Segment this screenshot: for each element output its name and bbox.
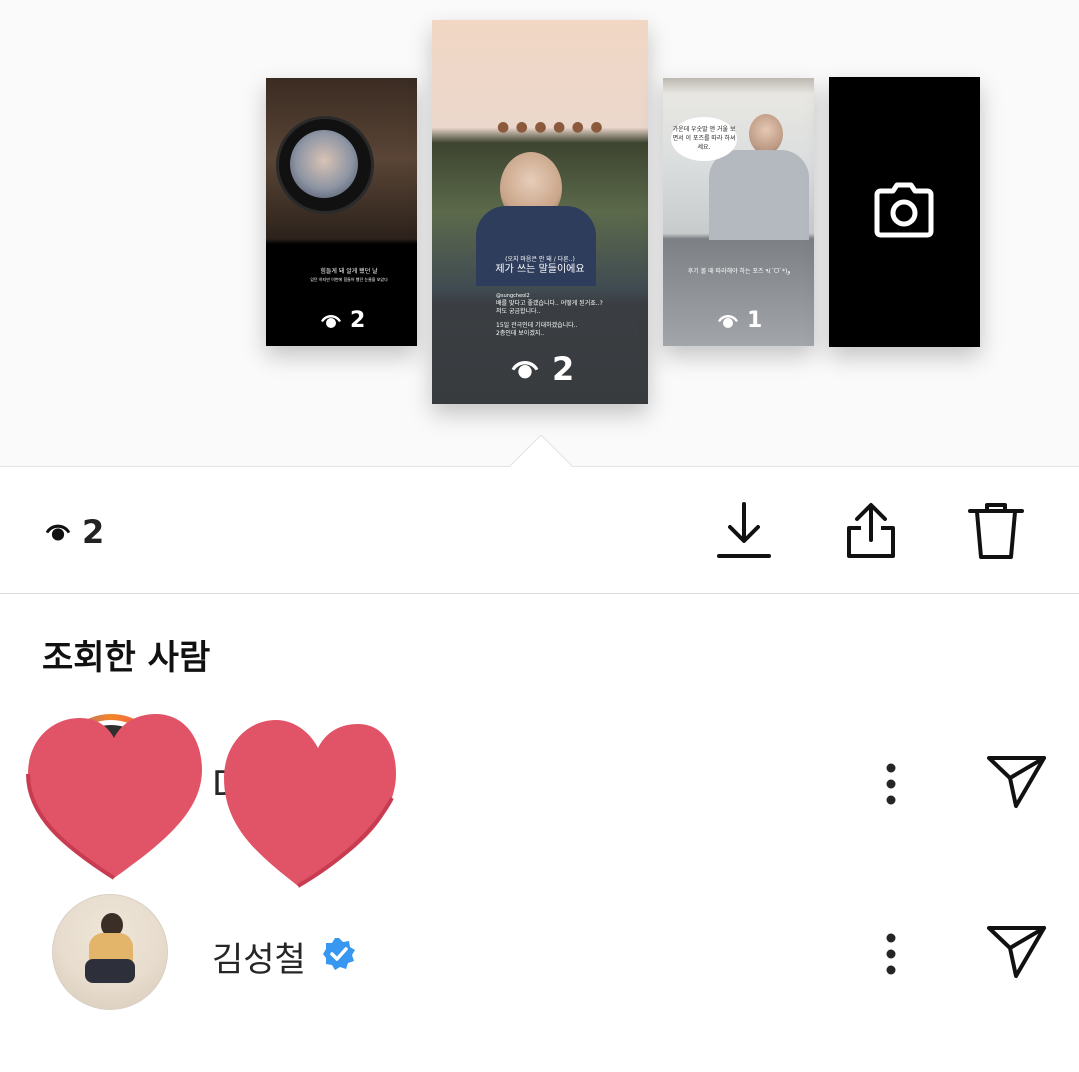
- speech-bubble: 가운데 우숫말 앤 거울 보면서 이 포즈를 따라 하셔세요.: [671, 117, 737, 161]
- verified-badge-icon: [323, 938, 355, 970]
- heart-sticker: [26, 714, 202, 880]
- story-view-count: 2: [320, 308, 365, 333]
- story-caption: 후기 볼 때 따라해야 하는 포즈 ٩(ˊᗜˋ*)و: [687, 268, 791, 275]
- camera-icon: [874, 182, 934, 238]
- person-sweater: [709, 150, 809, 240]
- story-actions-bar: [0, 467, 1079, 594]
- add-story-camera[interactable]: [829, 77, 980, 347]
- story-view-count: 1: [717, 308, 762, 333]
- story-thumbnail[interactable]: 후기 볼 때 따라해야 하는 포즈 ٩(ˊᗜˋ*)و 1: [663, 78, 814, 346]
- eye-icon: [718, 314, 738, 328]
- avatar[interactable]: [52, 894, 168, 1010]
- selected-view-count: 2: [44, 513, 104, 551]
- more-options-icon[interactable]: [880, 760, 902, 810]
- selection-caret: [509, 435, 573, 468]
- person-image: [749, 114, 783, 154]
- more-options-icon[interactable]: [880, 930, 902, 980]
- eye-icon: [45, 524, 71, 541]
- viewer-name[interactable]: 김성철: [212, 932, 306, 981]
- story-caption: 힘들게 돼 알게 됐던 날 있던 하지만 이번에 힘들어 했던 눈물을 보았다: [310, 268, 388, 282]
- eye-icon: [511, 361, 539, 379]
- trash-icon[interactable]: [968, 500, 1024, 562]
- heart-sticker: [224, 720, 396, 888]
- story-thumbnail-selected[interactable]: (오지 마음은 안 돼 / 다른..) 제가 쓰는 말들이에요 @sungche…: [432, 20, 648, 404]
- eye-icon: [321, 314, 341, 328]
- watch-face: [290, 130, 358, 198]
- story-thumbnail[interactable]: 힘들게 돼 알게 됐던 날 있던 하지만 이번에 힘들어 했던 눈물을 보았다 …: [266, 78, 417, 346]
- story-view-count: 2: [510, 350, 574, 388]
- emoji-row: ● ● ● ● ● ●: [497, 119, 604, 135]
- download-icon[interactable]: [716, 500, 772, 562]
- send-icon[interactable]: [986, 924, 1048, 980]
- share-icon[interactable]: [843, 500, 899, 562]
- send-icon[interactable]: [986, 754, 1048, 810]
- avatar-person-pants: [85, 959, 135, 983]
- viewers-heading: 조회한 사람: [42, 638, 211, 678]
